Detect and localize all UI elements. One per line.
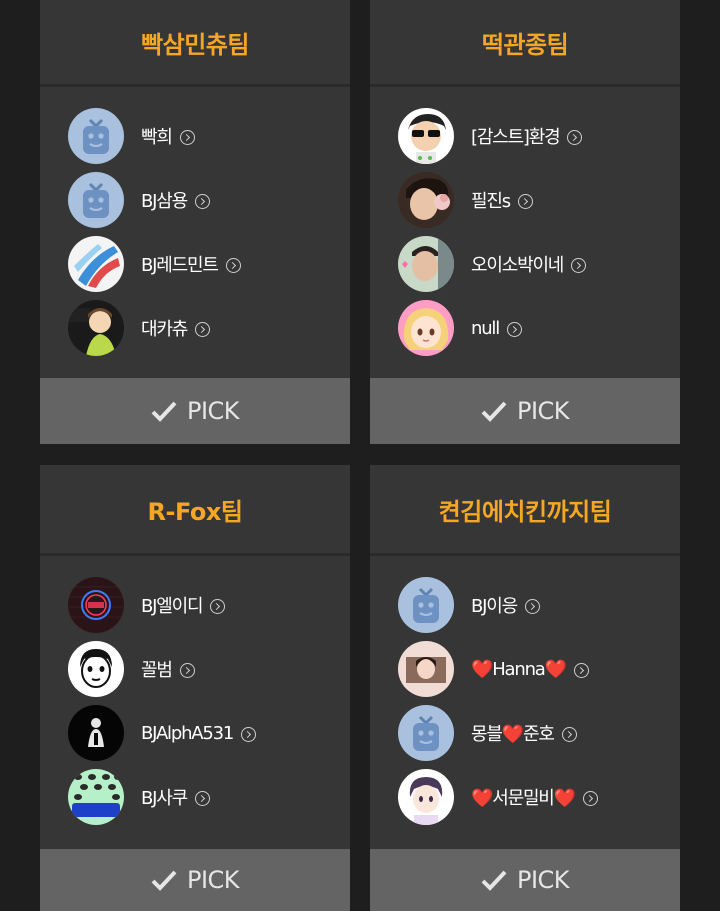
team-card: 켠김에치킨까지팀 BJ이응 ❤️Hanna❤️ 몽블❤️준호 ❤️서문밀비❤️ … — [370, 465, 680, 911]
member-name[interactable]: null — [471, 318, 500, 339]
chevron-right-icon[interactable] — [195, 321, 211, 337]
member-name[interactable]: BJ이응 — [471, 592, 518, 618]
member-item[interactable]: 대카츄 — [68, 296, 350, 360]
team-card: R-Fox팀 BJ엘이디 꼴범 BJAlphA531 BJ사쿠 PICK — [40, 465, 350, 911]
member-list: BJ엘이디 꼴범 BJAlphA531 BJ사쿠 — [40, 556, 350, 829]
member-item[interactable]: 빡희 — [68, 104, 350, 168]
chevron-right-icon[interactable] — [573, 662, 589, 678]
neon-open-sign-avatar — [68, 577, 124, 633]
chevron-right-icon[interactable] — [524, 598, 540, 614]
anime-girl-avatar — [398, 300, 454, 356]
anime-boy-avatar — [398, 769, 454, 825]
checkmark-icon — [481, 401, 507, 422]
chevron-right-icon[interactable] — [241, 726, 257, 742]
member-name[interactable]: 필진s — [471, 187, 511, 213]
photo-avatar — [398, 236, 454, 292]
member-item[interactable]: BJ레드민트 — [68, 232, 350, 296]
member-name[interactable]: BJ레드민트 — [141, 251, 219, 277]
member-name[interactable]: BJ엘이디 — [141, 592, 204, 618]
chevron-right-icon[interactable] — [194, 790, 210, 806]
pick-button[interactable]: PICK — [370, 849, 680, 911]
bj-saku-logo-avatar — [68, 769, 124, 825]
member-name[interactable]: 오이소박이네 — [471, 251, 564, 277]
default-tv-avatar — [68, 108, 124, 164]
heart-icon: ❤️ — [471, 788, 493, 809]
abstract-paint-avatar — [68, 236, 124, 292]
chevron-right-icon[interactable] — [225, 257, 241, 273]
chevron-right-icon[interactable] — [561, 726, 577, 742]
member-list: BJ이응 ❤️Hanna❤️ 몽블❤️준호 ❤️서문밀비❤️ — [370, 556, 680, 829]
pick-button[interactable]: PICK — [40, 378, 350, 444]
heart-icon: ❤️ — [553, 788, 576, 809]
chevron-right-icon[interactable] — [179, 662, 195, 678]
member-list: 빡희 BJ삼용 BJ레드민트 대카츄 — [40, 87, 350, 360]
team-title: 켠김에치킨까지팀 — [370, 465, 680, 556]
chevron-right-icon[interactable] — [517, 193, 533, 209]
chevron-right-icon[interactable] — [567, 129, 583, 145]
member-item[interactable]: 오이소박이네 — [398, 232, 680, 296]
member-name[interactable]: 빡희 — [141, 123, 173, 149]
chevron-right-icon[interactable] — [210, 598, 226, 614]
member-name[interactable]: ❤️Hanna❤️ — [471, 658, 567, 680]
dark-figure-avatar — [68, 705, 124, 761]
heart-icon: ❤️ — [471, 658, 493, 680]
chevron-right-icon[interactable] — [582, 790, 598, 806]
chevron-right-icon[interactable] — [571, 257, 587, 273]
member-item[interactable]: [감스트]환경 — [398, 104, 680, 168]
photo-avatar — [398, 641, 454, 697]
member-item[interactable]: BJ삼용 — [68, 168, 350, 232]
member-item[interactable]: 꼴범 — [68, 637, 350, 701]
member-name[interactable]: ❤️서문밀비❤️ — [471, 784, 576, 810]
member-name[interactable]: 대카츄 — [141, 315, 188, 341]
pick-label: PICK — [186, 397, 240, 425]
team-title: 떡관종팀 — [370, 0, 680, 87]
pick-label: PICK — [186, 866, 240, 894]
member-item[interactable]: 필진s — [398, 168, 680, 232]
member-item[interactable]: null — [398, 296, 680, 360]
member-name[interactable]: [감스트]환경 — [471, 123, 561, 149]
member-item[interactable]: ❤️서문밀비❤️ — [398, 765, 680, 829]
chevron-right-icon[interactable] — [179, 129, 195, 145]
pick-label: PICK — [516, 866, 570, 894]
checkmark-icon — [481, 870, 507, 891]
pick-label: PICK — [516, 397, 570, 425]
default-tv-avatar — [398, 577, 454, 633]
member-item[interactable]: BJ사쿠 — [68, 765, 350, 829]
team-title: R-Fox팀 — [40, 465, 350, 556]
heart-icon: ❤️ — [501, 724, 524, 745]
member-item[interactable]: BJAlphA531 — [68, 701, 350, 765]
team-card: 빡삼민츄팀 빡희 BJ삼용 BJ레드민트 대카츄 PICK — [40, 0, 350, 444]
pick-button[interactable]: PICK — [370, 378, 680, 444]
chevron-right-icon[interactable] — [194, 193, 210, 209]
member-name[interactable]: BJ사쿠 — [141, 784, 188, 810]
cartoon-face-avatar — [68, 641, 124, 697]
default-tv-avatar — [68, 172, 124, 228]
chevron-right-icon[interactable] — [507, 321, 523, 337]
member-name[interactable]: 몽블❤️준호 — [471, 720, 555, 746]
member-item[interactable]: BJ이응 — [398, 573, 680, 637]
member-item[interactable]: 몽블❤️준호 — [398, 701, 680, 765]
member-name[interactable]: BJAlphA531 — [141, 723, 234, 744]
member-list: [감스트]환경 필진s 오이소박이네 null — [370, 87, 680, 360]
member-item[interactable]: BJ엘이디 — [68, 573, 350, 637]
default-tv-avatar — [398, 705, 454, 761]
heart-icon: ❤️ — [544, 658, 567, 680]
pick-button[interactable]: PICK — [40, 849, 350, 911]
team-card: 떡관종팀 [감스트]환경 필진s 오이소박이네 null PICK — [370, 0, 680, 444]
team-grid: 빡삼민츄팀 빡희 BJ삼용 BJ레드민트 대카츄 PICK 떡관종팀 [감스트]… — [0, 0, 720, 911]
member-item[interactable]: ❤️Hanna❤️ — [398, 637, 680, 701]
cartoon-sunglasses-avatar — [398, 108, 454, 164]
member-name[interactable]: BJ삼용 — [141, 187, 188, 213]
photo-avatar — [398, 172, 454, 228]
checkmark-icon — [151, 401, 177, 422]
cartoon-character-avatar — [68, 300, 124, 356]
member-name[interactable]: 꼴범 — [141, 656, 173, 682]
checkmark-icon — [151, 870, 177, 891]
team-title: 빡삼민츄팀 — [40, 0, 350, 87]
